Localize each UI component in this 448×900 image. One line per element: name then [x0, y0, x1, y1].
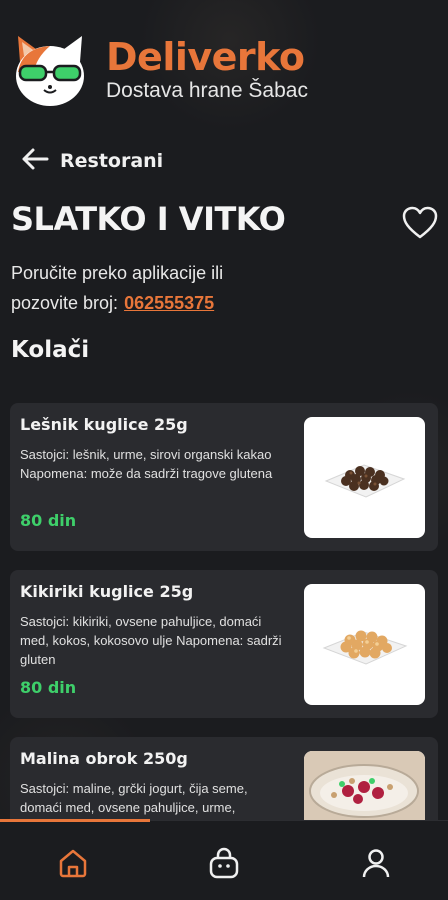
- app-header: Deliverko Dostava hrane Šabac: [12, 30, 436, 110]
- item-description: Sastojci: kikiriki, ovsene pahuljice, do…: [20, 614, 282, 667]
- order-info: Poručite preko aplikacije ili pozovite b…: [11, 258, 311, 318]
- active-tab-indicator: [0, 819, 150, 822]
- back-to-restaurants-button[interactable]: Restorani: [20, 146, 163, 176]
- order-line-2: pozovite broj: 062555375: [11, 288, 311, 318]
- item-name: Kikiriki kuglice 25g: [20, 582, 194, 601]
- favorite-heart-icon[interactable]: [402, 206, 438, 240]
- item-description: Sastojci: lešnik, urme, sirovi organski …: [20, 447, 273, 481]
- bottom-navigation: [0, 819, 448, 900]
- restaurant-title: SLATKO I VITKO: [11, 200, 286, 238]
- brand-block: Deliverko Dostava hrane Šabac: [106, 37, 308, 103]
- cat-logo-icon: [12, 32, 88, 108]
- peanut-balls-photo: [304, 584, 425, 705]
- order-line-2-text: pozovite broj:: [11, 293, 119, 313]
- hazelnut-balls-photo: [304, 417, 425, 538]
- order-line-1: Poručite preko aplikacije ili: [11, 263, 224, 283]
- brand-title: Deliverko: [106, 35, 305, 79]
- item-name: Lešnik kuglice 25g: [20, 415, 188, 434]
- cart-bag-icon[interactable]: [204, 843, 244, 883]
- menu-item-card[interactable]: Lešnik kuglice 25g Sastojci: lešnik, urm…: [10, 403, 438, 551]
- brand-subtitle: Dostava hrane Šabac: [106, 79, 308, 102]
- item-price: 80 din: [20, 678, 77, 697]
- profile-icon[interactable]: [356, 843, 396, 883]
- item-description: Sastojci: maline, grčki jogurt, čija sem…: [20, 781, 248, 815]
- menu-item-card[interactable]: Kikiriki kuglice 25g Sastojci: kikiriki,…: [10, 570, 438, 718]
- phone-link[interactable]: 062555375: [124, 293, 214, 313]
- arrow-left-icon: [20, 147, 50, 176]
- back-label: Restorani: [60, 150, 164, 172]
- category-title: Kolači: [11, 337, 90, 363]
- home-icon[interactable]: [53, 843, 93, 883]
- item-price: 80 din: [20, 511, 77, 530]
- item-name: Malina obrok 250g: [20, 749, 188, 768]
